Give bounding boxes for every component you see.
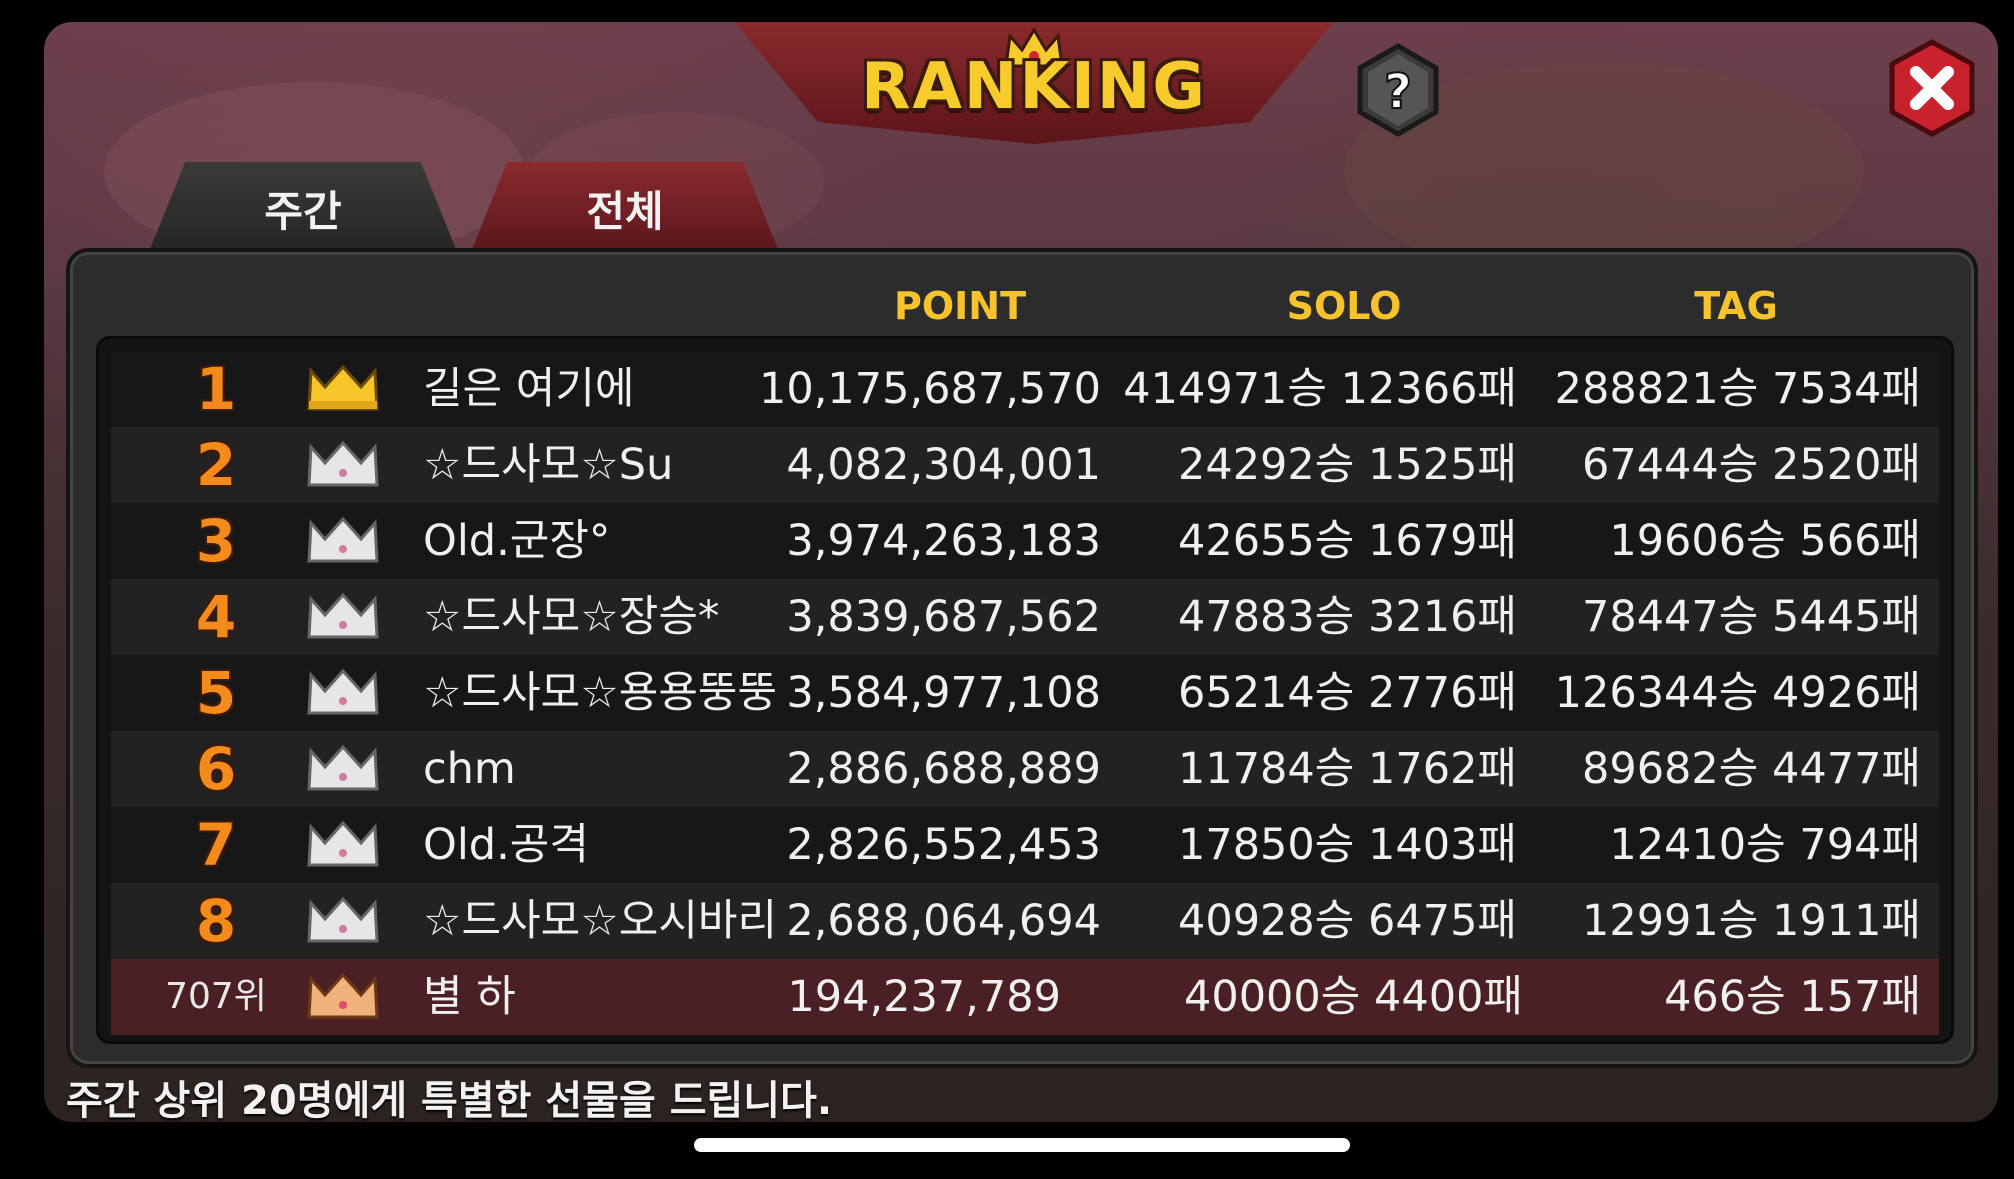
rank-number: 1 <box>195 355 237 423</box>
table-row[interactable]: 5 ☆드사모☆용용뚱뚱 3,584,977,108 65214승 2776패 1… <box>111 655 1939 731</box>
svg-text:?: ? <box>1384 64 1412 120</box>
player-solo: 42655승 1679패 <box>1177 516 1517 566</box>
player-tag: 126344승 4926패 <box>1554 668 1921 718</box>
home-indicator[interactable] <box>694 1138 1350 1152</box>
my-player-solo: 40000승 4400패 <box>1183 972 1523 1022</box>
player-point: 4,082,304,001 <box>786 440 1101 490</box>
player-tag: 89682승 4477패 <box>1581 744 1921 794</box>
player-tag: 12991승 1911패 <box>1581 896 1921 946</box>
question-mark-icon: ? <box>1357 43 1439 137</box>
column-header-solo: SOLO <box>1286 284 1402 328</box>
player-tag: 12410승 794패 <box>1609 820 1921 870</box>
ranking-table: 1 길은 여기에 10,175,687,570 414971승 12366패 2… <box>96 336 1954 1044</box>
player-tag: 78447승 5445패 <box>1581 592 1921 642</box>
my-rank-row[interactable]: 707위 별 하 194,237,789 40000승 4400패 466승 1… <box>111 959 1939 1035</box>
table-row[interactable]: 8 ☆드사모☆오시바리 2,688,064,694 40928승 6475패 1… <box>111 883 1939 959</box>
table-row[interactable]: 7 Old.공격 2,826,552,453 17850승 1403패 1241… <box>111 807 1939 883</box>
player-point: 3,584,977,108 <box>786 668 1101 718</box>
player-point: 10,175,687,570 <box>759 364 1101 414</box>
column-header-point: POINT <box>893 284 1027 328</box>
tab-all[interactable]: 전체 <box>470 162 780 254</box>
table-row[interactable]: 4 ☆드사모☆장승* 3,839,687,562 47883승 3216패 78… <box>111 579 1939 655</box>
player-tag: 288821승 7534패 <box>1554 364 1921 414</box>
gold-crown-icon <box>307 364 379 411</box>
player-point: 3,839,687,562 <box>786 592 1101 642</box>
player-solo: 414971승 12366패 <box>1123 364 1517 414</box>
silver-crown-icon <box>307 516 379 563</box>
silver-crown-icon <box>307 440 379 487</box>
player-solo: 24292승 1525패 <box>1177 440 1517 490</box>
footer-notice: 주간 상위 20명에게 특별한 선물을 드립니다. <box>66 1078 833 1122</box>
my-rank-number: 707위 <box>165 976 267 1017</box>
table-row[interactable]: 6 chm 2,886,688,889 11784승 1762패 89682승 … <box>111 731 1939 807</box>
rank-number: 7 <box>195 811 237 879</box>
column-header-tag: TAG <box>1694 284 1778 328</box>
player-solo: 17850승 1403패 <box>1177 820 1517 870</box>
rank-number: 6 <box>195 735 237 803</box>
game-screen: RANKING ? 주간 전체 POINT SOLO TAG 1 길은 여기에 … <box>44 22 1998 1122</box>
player-solo: 47883승 3216패 <box>1177 592 1517 642</box>
silver-crown-icon <box>307 592 379 639</box>
my-player-point: 194,237,789 <box>787 972 1061 1022</box>
rank-number: 4 <box>195 583 237 651</box>
player-tag: 19606승 566패 <box>1609 516 1921 566</box>
tab-weekly[interactable]: 주간 <box>148 162 458 254</box>
player-point: 2,886,688,889 <box>786 744 1101 794</box>
help-button[interactable]: ? <box>1350 42 1446 138</box>
player-tag: 67444승 2520패 <box>1581 440 1921 490</box>
close-icon <box>1889 39 1975 137</box>
ranking-panel: POINT SOLO TAG 1 길은 여기에 10,175,687,570 4… <box>66 248 1978 1068</box>
player-solo: 11784승 1762패 <box>1177 744 1517 794</box>
table-row[interactable]: 3 Old.군장° 3,974,263,183 42655승 1679패 196… <box>111 503 1939 579</box>
rank-number: 8 <box>195 887 237 955</box>
player-point: 3,974,263,183 <box>786 516 1101 566</box>
player-solo: 65214승 2776패 <box>1177 668 1517 718</box>
table-row[interactable]: 2 ☆드사모☆Su 4,082,304,001 24292승 1525패 674… <box>111 427 1939 503</box>
bronze-crown-icon <box>307 972 379 1019</box>
player-point: 2,826,552,453 <box>786 820 1101 870</box>
page-title: RANKING <box>861 50 1207 124</box>
table-row[interactable]: 1 길은 여기에 10,175,687,570 414971승 12366패 2… <box>111 351 1939 427</box>
rank-number: 5 <box>195 659 237 727</box>
rank-number: 2 <box>195 431 237 499</box>
silver-crown-icon <box>307 896 379 943</box>
my-player-tag: 466승 157패 <box>1664 972 1921 1022</box>
silver-crown-icon <box>307 820 379 867</box>
silver-crown-icon <box>307 744 379 791</box>
player-point: 2,688,064,694 <box>786 896 1101 946</box>
close-button[interactable] <box>1882 38 1982 138</box>
player-solo: 40928승 6475패 <box>1177 896 1517 946</box>
rank-number: 3 <box>195 507 237 575</box>
silver-crown-icon <box>307 668 379 715</box>
